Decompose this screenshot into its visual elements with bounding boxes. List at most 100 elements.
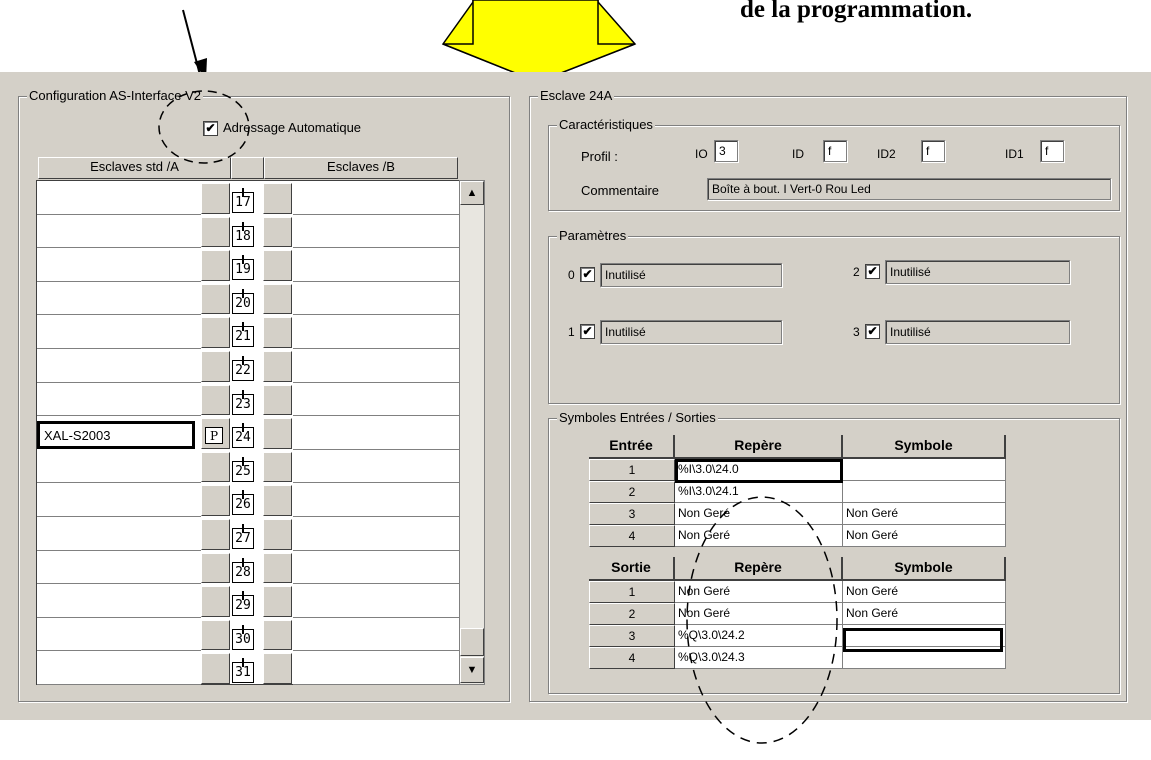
- symbols-symbole-cell[interactable]: Non Geré: [843, 581, 1006, 603]
- slave-a-cell[interactable]: [37, 584, 201, 618]
- comment-field[interactable]: Boîte à bout. I Vert-0 Rou Led: [707, 178, 1111, 200]
- slave-b-cell[interactable]: [293, 382, 459, 417]
- slave-address-number: 27: [232, 524, 254, 549]
- parameter-checkbox[interactable]: ✔: [865, 264, 880, 279]
- symbols-symbole-cell[interactable]: Non Geré: [843, 525, 1006, 547]
- id1-field[interactable]: f: [1040, 140, 1064, 162]
- symbols-row-number[interactable]: 1: [589, 459, 675, 481]
- slave-b-cell[interactable]: [293, 315, 459, 349]
- slave-a-profile-button[interactable]: [201, 552, 230, 584]
- parameter-field[interactable]: Inutilisé: [885, 260, 1070, 284]
- slave-a-cell[interactable]: [37, 517, 201, 551]
- slave-a-profile-button[interactable]: [201, 485, 230, 516]
- slave-a-profile-button[interactable]: [201, 317, 230, 348]
- slave-address-number: 30: [232, 624, 254, 650]
- symbols-symbole-cell[interactable]: [843, 459, 1006, 481]
- slave-b-profile-button[interactable]: [263, 283, 292, 315]
- slave-a-cell[interactable]: [37, 281, 201, 316]
- symbols-row-number[interactable]: 4: [589, 647, 675, 669]
- slave-address-number: 19: [232, 255, 254, 281]
- slave-a-cell[interactable]: [37, 651, 201, 685]
- parameter-checkbox[interactable]: ✔: [580, 324, 595, 339]
- symbols-header-2: Symbole: [843, 557, 1006, 581]
- slave-b-cell[interactable]: [293, 449, 459, 484]
- parameter-checkbox[interactable]: ✔: [865, 324, 880, 339]
- slave-a-profile-button[interactable]: [201, 384, 230, 416]
- id2-field[interactable]: f: [921, 140, 945, 162]
- slave-a-cell[interactable]: [37, 214, 201, 249]
- symbols-row-number[interactable]: 2: [589, 603, 675, 625]
- io-label: IO: [695, 147, 708, 161]
- slave-b-cell[interactable]: [293, 214, 459, 249]
- slave-a-profile-button[interactable]: [201, 183, 230, 214]
- slave-a-profile-button[interactable]: [201, 216, 230, 248]
- slave-b-profile-button[interactable]: [263, 485, 292, 516]
- scroll-thumb[interactable]: [460, 628, 484, 656]
- slave-b-profile-button[interactable]: [263, 653, 292, 684]
- slave-b-profile-button[interactable]: [263, 552, 292, 584]
- id-field[interactable]: f: [823, 140, 847, 162]
- slave-a-profile-button[interactable]: [201, 451, 230, 483]
- parameter-checkbox[interactable]: ✔: [580, 267, 595, 282]
- slave-a-profile-button[interactable]: [201, 519, 230, 550]
- parameter-field[interactable]: Inutilisé: [600, 320, 782, 344]
- slave-a-cell[interactable]: XAL-S2003: [37, 421, 195, 450]
- slave-b-profile-button[interactable]: [263, 619, 292, 651]
- slave-a-cell[interactable]: [37, 550, 201, 585]
- slave-a-name: XAL-S2003: [44, 428, 111, 444]
- slave-b-profile-button[interactable]: [263, 586, 292, 617]
- slave-b-cell[interactable]: [293, 550, 459, 585]
- slave-b-profile-button[interactable]: [263, 519, 292, 550]
- symbols-symbole-cell[interactable]: [843, 481, 1006, 503]
- slave-a-profile-button[interactable]: [201, 619, 230, 651]
- slave-b-cell[interactable]: [293, 584, 459, 618]
- slave-a-cell[interactable]: [37, 315, 201, 349]
- slave-b-profile-button[interactable]: [263, 317, 292, 348]
- io-field[interactable]: 3: [714, 140, 738, 162]
- scroll-up-button[interactable]: ▲: [460, 181, 484, 205]
- symbols-row-number[interactable]: 3: [589, 503, 675, 525]
- slave-b-profile-button[interactable]: [263, 418, 292, 449]
- slave-a-cell[interactable]: [37, 248, 201, 282]
- slave-b-cell[interactable]: [293, 517, 459, 551]
- slave-b-cell[interactable]: [293, 281, 459, 316]
- slave-b-profile-button[interactable]: [263, 451, 292, 483]
- parameter-field[interactable]: Inutilisé: [885, 320, 1070, 344]
- slave-a-cell[interactable]: [37, 349, 201, 383]
- column-header-slaves-b[interactable]: Esclaves /B: [264, 157, 458, 179]
- slave-b-cell[interactable]: [293, 483, 459, 517]
- slave-b-profile-button[interactable]: [263, 183, 292, 214]
- parameter-field[interactable]: Inutilisé: [600, 263, 782, 287]
- symbols-symbole-cell[interactable]: Non Geré: [843, 603, 1006, 625]
- slave-address-number: 24: [232, 423, 254, 449]
- symbols-row-number[interactable]: 4: [589, 525, 675, 547]
- slave-b-cell[interactable]: [293, 349, 459, 383]
- slave-b-cell[interactable]: [293, 181, 459, 215]
- slave-b-cell[interactable]: [293, 416, 459, 450]
- slave-a-profile-button[interactable]: [201, 586, 230, 617]
- grid-scrollbar[interactable]: [459, 180, 485, 685]
- slave-a-profile-button[interactable]: [201, 351, 230, 382]
- scroll-down-button[interactable]: ▼: [460, 657, 484, 683]
- slave-b-profile-button[interactable]: [263, 384, 292, 416]
- symbols-row-number[interactable]: 2: [589, 481, 675, 503]
- slave-a-profile-button[interactable]: [201, 283, 230, 315]
- slave-a-cell[interactable]: [37, 617, 201, 652]
- slave-a-cell[interactable]: [37, 449, 201, 484]
- slave-b-cell[interactable]: [293, 617, 459, 652]
- slave-b-profile-button[interactable]: [263, 216, 292, 248]
- slave-a-cell[interactable]: [37, 382, 201, 417]
- slave-b-profile-button[interactable]: [263, 351, 292, 382]
- symbols-row-number[interactable]: 1: [589, 581, 675, 603]
- slave-address-number: 26: [232, 490, 254, 516]
- symbols-row-number[interactable]: 3: [589, 625, 675, 647]
- slave-a-profile-button[interactable]: [201, 250, 230, 281]
- slave-address-number: 29: [232, 591, 254, 617]
- symbols-symbole-cell[interactable]: Non Geré: [843, 503, 1006, 525]
- slave-b-profile-button[interactable]: [263, 250, 292, 281]
- slave-a-cell[interactable]: [37, 181, 201, 215]
- slave-a-cell[interactable]: [37, 483, 201, 517]
- slave-b-cell[interactable]: [293, 651, 459, 685]
- slave-b-cell[interactable]: [293, 248, 459, 282]
- slave-a-profile-button[interactable]: [201, 653, 230, 684]
